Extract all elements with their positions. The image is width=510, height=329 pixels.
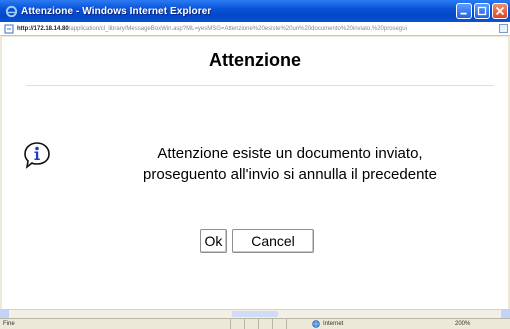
globe-icon <box>312 320 320 328</box>
minimize-icon <box>460 12 467 15</box>
title-bar[interactable]: Attenzione - Windows Internet Explorer <box>0 0 510 22</box>
ok-button[interactable]: Ok <box>200 229 227 253</box>
address-bar[interactable]: http://172.18.14.80/application/cl_libra… <box>0 22 510 36</box>
scroll-left-button[interactable] <box>0 310 9 318</box>
close-icon <box>495 6 505 16</box>
maximize-button[interactable] <box>474 3 490 19</box>
status-text: Fine <box>3 321 15 327</box>
maximize-icon <box>477 6 487 16</box>
horizontal-scrollbar[interactable] <box>0 309 510 318</box>
address-bar-end-icon[interactable] <box>499 24 508 33</box>
cancel-button[interactable]: Cancel <box>232 229 314 253</box>
ie-logo-icon <box>5 5 18 17</box>
page-icon <box>4 24 14 33</box>
status-bar: Fine Internet 200% <box>0 318 510 329</box>
status-panels <box>230 319 300 329</box>
status-panel <box>244 319 258 329</box>
browser-window: Attenzione - Windows Internet Explorer h… <box>0 0 510 329</box>
zoom-level[interactable]: 200% <box>455 321 470 327</box>
divider <box>26 85 494 86</box>
status-panel <box>286 319 300 329</box>
window-controls <box>456 3 508 19</box>
address-url: http://172.18.14.80/application/cl_libra… <box>17 26 407 32</box>
security-zone-label: Internet <box>323 321 344 327</box>
dialog-message: Attenzione esiste un documento inviato, … <box>70 143 510 185</box>
scroll-right-button[interactable] <box>501 310 510 318</box>
status-panel <box>272 319 286 329</box>
dialog-title: Attenzione <box>209 50 301 70</box>
status-panel <box>230 319 244 329</box>
info-icon <box>24 142 50 169</box>
minimize-button[interactable] <box>456 3 472 19</box>
window-title: Attenzione - Windows Internet Explorer <box>21 5 212 17</box>
status-panel <box>258 319 272 329</box>
security-zone[interactable]: Internet <box>312 320 343 328</box>
scroll-thumb[interactable] <box>232 311 278 317</box>
message-line-1: Attenzione esiste un documento inviato, <box>157 145 423 162</box>
address-url-path: /application/cl_library/MessageBoxWin.as… <box>68 25 407 32</box>
close-button[interactable] <box>492 3 508 19</box>
address-url-host: http://172.18.14.80 <box>17 25 69 32</box>
message-line-2: proseguento all'invio si annulla il prec… <box>143 166 437 183</box>
